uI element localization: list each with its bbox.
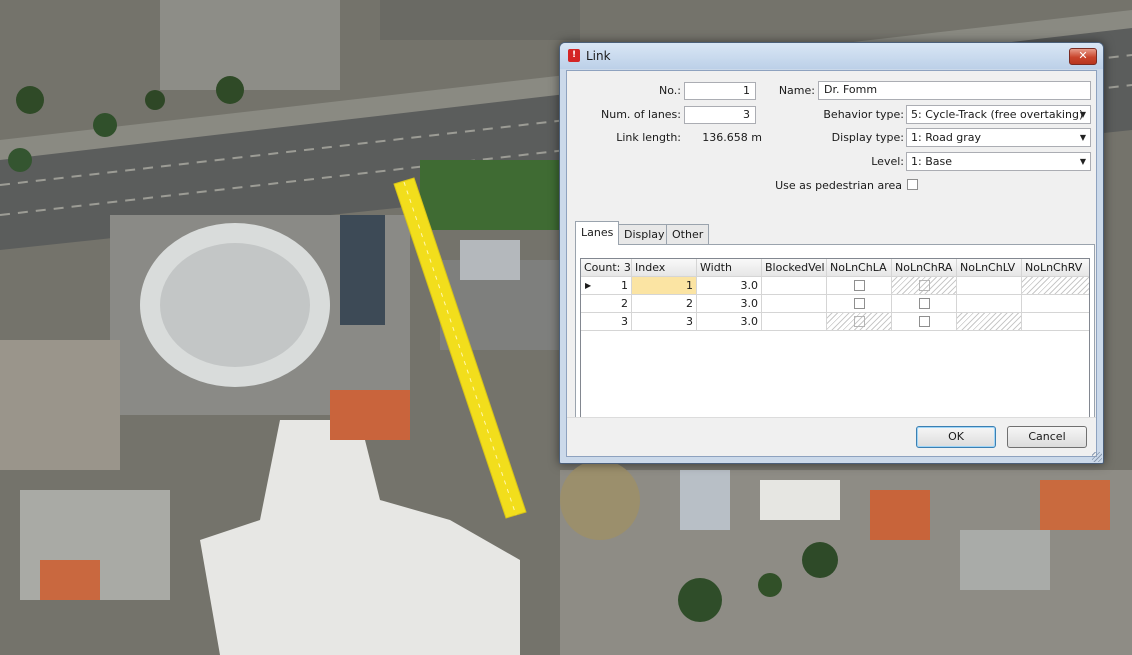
index-cell[interactable]: 3	[632, 313, 697, 331]
nolnchra-checkbox[interactable]	[919, 298, 930, 309]
column-header-count[interactable]: Count: 3	[581, 259, 632, 277]
chevron-down-icon: ▼	[1079, 157, 1086, 166]
behavior-type-value: 5: Cycle-Track (free overtaking)	[911, 108, 1084, 121]
lanes-grid[interactable]: Count: 3 Index Width BlockedVel NoLnChLA…	[580, 258, 1090, 422]
column-header-blockedvel[interactable]: BlockedVel	[762, 259, 827, 277]
cancel-button[interactable]: Cancel	[1007, 426, 1087, 448]
nolnchlv-cell[interactable]	[957, 295, 1022, 313]
blockedvel-cell[interactable]	[762, 313, 827, 331]
vissim-app-icon: !	[568, 49, 580, 62]
nolnchla-cell[interactable]	[827, 277, 892, 295]
nolnchra-cell-disabled	[892, 277, 957, 295]
row-count-cell: 1	[621, 279, 628, 292]
index-cell[interactable]: 1	[632, 277, 697, 295]
nolnchlv-cell-disabled	[957, 313, 1022, 331]
num-lanes-label: Num. of lanes:	[601, 108, 681, 121]
level-label: Level:	[871, 155, 904, 168]
nolnchlv-cell[interactable]	[957, 277, 1022, 295]
width-cell[interactable]: 3.0	[697, 313, 762, 331]
width-cell[interactable]: 3.0	[697, 295, 762, 313]
name-label: Name:	[778, 84, 815, 97]
tab-lanes[interactable]: Lanes	[575, 221, 620, 245]
nolnchra-checkbox[interactable]	[919, 316, 930, 327]
behavior-type-label: Behavior type:	[823, 108, 904, 121]
lanes-tab-panel: Count: 3 Index Width BlockedVel NoLnChLA…	[575, 244, 1095, 424]
display-type-value: 1: Road gray	[911, 131, 982, 144]
ok-button[interactable]: OK	[916, 426, 996, 448]
width-cell[interactable]: 3.0	[697, 277, 762, 295]
nolnchla-checkbox[interactable]	[854, 280, 865, 291]
column-header-nolnchla[interactable]: NoLnChLA	[827, 259, 892, 277]
pedestrian-area-label: Use as pedestrian area	[775, 179, 902, 192]
column-header-nolnchlv[interactable]: NoLnChLV	[957, 259, 1022, 277]
chevron-down-icon: ▼	[1079, 133, 1086, 142]
column-header-nolnchra[interactable]: NoLnChRA	[892, 259, 957, 277]
blockedvel-cell[interactable]	[762, 277, 827, 295]
table-row[interactable]: 3	[581, 313, 632, 331]
dialog-title: Link	[586, 49, 611, 63]
close-button[interactable]: ✕	[1069, 48, 1097, 65]
behavior-type-select[interactable]: 5: Cycle-Track (free overtaking) ▼	[906, 105, 1091, 124]
nolnchra-cell[interactable]	[892, 295, 957, 313]
dialog-footer: OK Cancel	[567, 417, 1096, 456]
no-field[interactable]: 1	[684, 82, 756, 100]
chevron-down-icon: ▼	[1079, 110, 1086, 119]
nolnchra-checkbox	[919, 280, 930, 291]
link-length-label: Link length:	[616, 131, 681, 144]
nolnchrv-cell[interactable]	[1022, 295, 1089, 313]
table-row[interactable]: 2	[581, 295, 632, 313]
column-header-index[interactable]: Index	[632, 259, 697, 277]
nolnchra-cell[interactable]	[892, 313, 957, 331]
tab-display-label: Display	[624, 228, 665, 241]
dialog-titlebar[interactable]: ! Link ✕	[560, 43, 1103, 69]
num-lanes-field[interactable]: 3	[684, 106, 756, 124]
current-row-arrow-icon: ▶	[585, 281, 592, 290]
table-row[interactable]: ▶ 1	[581, 277, 632, 295]
link-length-value: 136.658 m	[702, 131, 762, 144]
name-field[interactable]: Dr. Fomm	[818, 81, 1091, 100]
tab-lanes-label: Lanes	[581, 226, 614, 239]
blockedvel-cell[interactable]	[762, 295, 827, 313]
tab-other[interactable]: Other	[666, 224, 710, 244]
display-type-label: Display type:	[831, 131, 904, 144]
nolnchla-cell[interactable]	[827, 295, 892, 313]
display-type-select[interactable]: 1: Road gray ▼	[906, 128, 1091, 147]
tab-other-label: Other	[672, 228, 704, 241]
nolnchrv-cell-disabled	[1022, 277, 1089, 295]
index-cell[interactable]: 2	[632, 295, 697, 313]
close-icon: ✕	[1078, 49, 1088, 62]
column-header-width[interactable]: Width	[697, 259, 762, 277]
nolnchrv-cell[interactable]	[1022, 313, 1089, 331]
nolnchla-checkbox[interactable]	[854, 298, 865, 309]
nolnchla-cell-disabled	[827, 313, 892, 331]
column-header-nolnchrv[interactable]: NoLnChRV	[1022, 259, 1089, 277]
resize-grip[interactable]	[1092, 452, 1102, 462]
pedestrian-area-checkbox[interactable]	[907, 179, 918, 190]
level-value: 1: Base	[911, 155, 952, 168]
link-dialog[interactable]: ! Link ✕ No.: 1 Num. of lanes: 3 Link le…	[559, 42, 1104, 464]
level-select[interactable]: 1: Base ▼	[906, 152, 1091, 171]
nolnchla-checkbox	[854, 316, 865, 327]
dialog-client-area: No.: 1 Num. of lanes: 3 Link length: 136…	[566, 70, 1097, 457]
tab-display[interactable]: Display	[618, 224, 671, 244]
no-label: No.:	[659, 84, 681, 97]
